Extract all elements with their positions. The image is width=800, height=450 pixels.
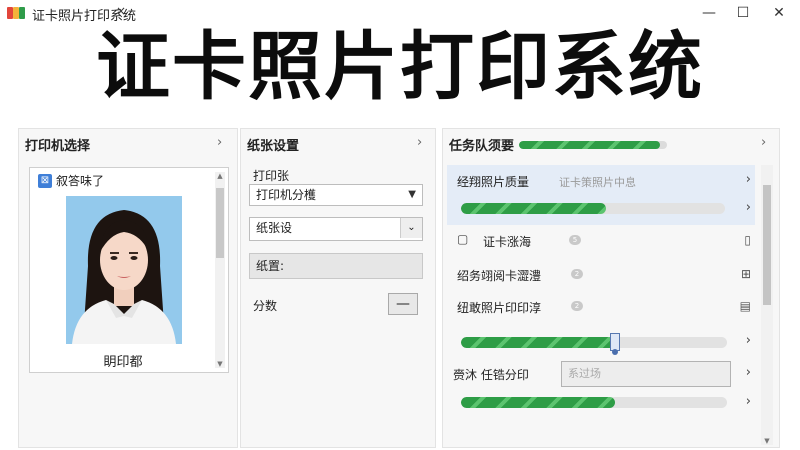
document-icon[interactable]: ▯ <box>744 233 751 247</box>
dropdown-arrow-icon: ▼ <box>408 189 416 200</box>
slider-pin-icon <box>612 349 619 355</box>
queue-row-sub: 证卡策照片中息 <box>559 176 636 189</box>
row-chevron-icon[interactable]: › <box>746 365 751 380</box>
row-chevron-icon[interactable]: › <box>746 394 751 409</box>
queue-row-photo-print[interactable]: 纽敢照片印印淳 2 ▤ <box>447 295 755 321</box>
queue-progress-1-fill <box>461 203 607 214</box>
photo-tag: ⊠ 叙答味了 <box>38 172 104 189</box>
paper-panel-heading: 纸张设置 <box>247 139 300 154</box>
queue-scroll-thumb[interactable] <box>763 185 771 305</box>
queue-progress-3 <box>461 397 727 408</box>
grid-icon[interactable]: ⊞ <box>741 267 751 281</box>
queue-header-progress-fill <box>519 141 660 149</box>
queue-row-label: 证卡涨海 <box>483 235 532 249</box>
queue-row-card-review[interactable]: 绍务翊阅卡澀澧 2 ⊞ <box>447 263 755 289</box>
scroll-thumb[interactable] <box>216 188 224 258</box>
photo-card[interactable]: ⊠ 叙答味了 眀印都 ▲ ▼ <box>29 167 229 373</box>
queue-progress-2-fill <box>461 337 616 348</box>
printer-panel-chevron-icon[interactable]: › <box>217 135 222 150</box>
title-close-x[interactable]: × <box>116 4 126 18</box>
queue-progress-1 <box>461 203 725 214</box>
queue-row-slider[interactable]: › <box>447 327 755 355</box>
printer-panel: 打印机选择 › ⊠ 叙答味了 眀印都 ▲ ▼ <box>18 128 238 448</box>
comment-icon[interactable]: ▤ <box>740 299 751 313</box>
row-chevron-icon[interactable]: › <box>746 200 751 215</box>
square-icon: ▢ <box>457 232 469 246</box>
printer-tag-icon: ⊠ <box>38 173 52 188</box>
queue-row-label: 经翔照片质量 <box>457 175 530 189</box>
scroll-down-icon[interactable]: ▼ <box>215 360 225 368</box>
row-chevron-icon[interactable]: › <box>746 333 751 348</box>
queue-panel-chevron-icon[interactable]: › <box>761 135 766 150</box>
queue-row-label: 纽敢照片印印淳 <box>457 301 542 315</box>
queue-row-task[interactable]: 赍沐 任锆分印 系过场 › <box>447 359 755 389</box>
paper-panel: 纸张设置 › 打印张 打印机分檴 ▼ 纸张设 ⌄ 纸置: 分数 — <box>240 128 436 448</box>
queue-panel: 任务队须要 › 经翔照片质量 证卡策照片中息 › › ▢ 证卡涨海 5 ▯ 绍务… <box>442 128 780 448</box>
queue-row-label: 绍务翊阅卡澀澧 <box>457 269 542 283</box>
queue-row-card[interactable]: ▢ 证卡涨海 5 ▯ <box>447 229 755 255</box>
paper-size-field[interactable]: 纸置: <box>249 253 423 279</box>
chevron-down-icon: ⌄ <box>400 218 422 238</box>
count-badge: 2 <box>571 301 583 311</box>
queue-progress-3-fill <box>461 397 616 408</box>
printer-select[interactable]: 打印机分檴 ▼ <box>249 184 423 206</box>
queue-row-quality[interactable]: 经翔照片质量 证卡策照片中息 › › <box>447 165 755 225</box>
queue-row-progress-3: › <box>447 393 755 415</box>
copies-label: 分数 <box>253 299 278 313</box>
decrease-copies-button[interactable]: — <box>388 293 418 315</box>
task-input[interactable]: 系过场 <box>561 361 731 387</box>
paper-select-value: 纸张设 <box>256 221 293 235</box>
printer-select-value: 打印机分檴 <box>256 188 317 202</box>
photo-caption: 眀印都 <box>103 355 143 370</box>
count-badge: 5 <box>569 235 581 245</box>
banner-title: 证卡照片打印系统 <box>96 24 704 110</box>
row-chevron-icon[interactable]: › <box>746 172 751 187</box>
scroll-down-icon[interactable]: ▼ <box>761 437 773 445</box>
paper-panel-chevron-icon[interactable]: › <box>417 135 422 150</box>
scroll-up-icon[interactable]: ▲ <box>215 172 225 180</box>
queue-scrollbar[interactable]: ▼ <box>761 165 773 445</box>
queue-header-progress <box>519 141 667 149</box>
count-badge: 2 <box>571 269 583 279</box>
queue-row-label: 赍沐 任锆分印 <box>453 368 529 382</box>
printer-panel-heading: 打印机选择 <box>25 139 91 154</box>
print-label: 打印张 <box>253 169 290 183</box>
queue-progress-2 <box>461 337 727 348</box>
queue-panel-heading: 任务队须要 <box>449 139 515 154</box>
photo-tag-label: 叙答味了 <box>56 174 105 188</box>
photo-scrollbar[interactable]: ▲ ▼ <box>215 172 225 368</box>
id-photo <box>66 196 182 344</box>
paper-select[interactable]: 纸张设 ⌄ <box>249 217 423 241</box>
